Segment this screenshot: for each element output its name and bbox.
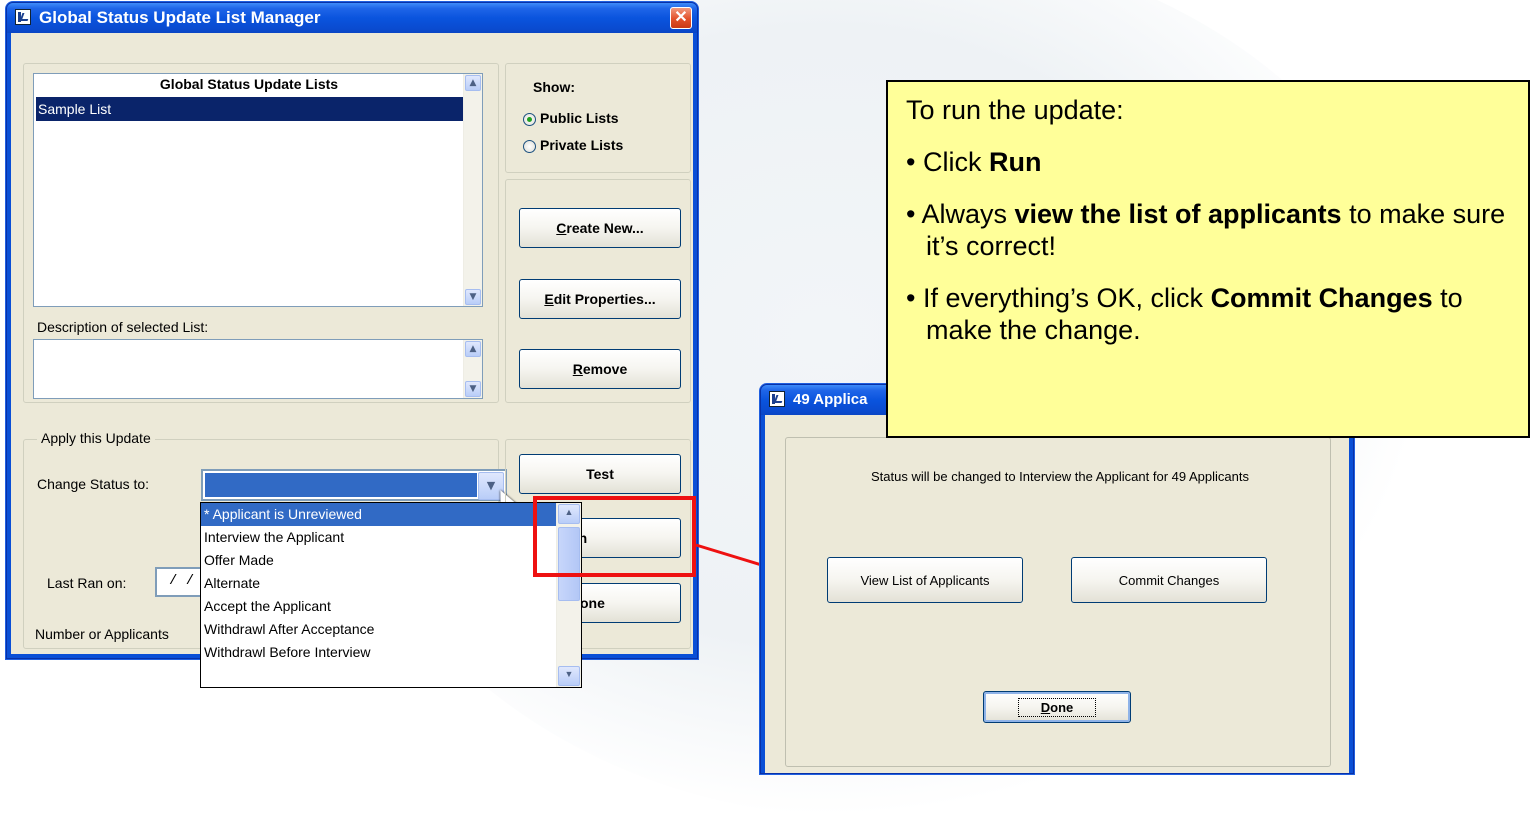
status-option[interactable]: Offer Made [201,549,581,572]
callout-b1-pre: • Click [906,147,989,177]
callout-b3-bold: Commit Changes [1210,283,1433,313]
create-new-mnemonic: C [556,220,567,236]
callout-bullet-3: • If everything’s OK, click Commit Chang… [906,282,1510,346]
create-new-button[interactable]: Create New... [519,208,681,248]
status-dropdown-list[interactable]: * Applicant is Unreviewed Interview the … [200,502,582,688]
confirm-done-mnemonic: D [1040,699,1051,715]
confirm-done-button[interactable]: Done [983,691,1131,723]
confirm-title: 49 Applica [793,391,868,408]
scroll-down-icon[interactable]: ▼ [465,381,481,397]
confirm-done-label: one [1050,699,1074,715]
description-scrollbar[interactable]: ▲ ▼ [463,340,482,398]
confirm-window: 49 Applica Status will be changed to Int… [760,384,1354,774]
status-option[interactable]: Withdrawl Before Interview [201,641,581,664]
edit-properties-mnemonic: E [544,291,554,307]
number-label: Number or Applicants [35,626,169,642]
edit-properties-button[interactable]: Edit Properties... [519,279,681,319]
close-icon[interactable]: ✕ [670,7,692,29]
public-lists-label[interactable]: Public Lists [540,110,619,126]
instruction-callout: To run the update: • Click Run • Always … [886,80,1530,438]
callout-b2-pre: • Always [906,199,1015,229]
window-title: Global Status Update List Manager [39,8,321,27]
status-option[interactable]: Alternate [201,572,581,595]
lists-listbox[interactable]: Global Status Update Lists Sample List ▲… [33,73,483,307]
view-list-button[interactable]: View List of Applicants [827,557,1023,603]
app-icon [15,9,31,25]
private-lists-radio[interactable] [523,140,536,153]
status-option[interactable]: * Applicant is Unreviewed [201,503,581,526]
callout-b1-bold: Run [988,147,1042,177]
apply-group-label: Apply this Update [37,430,155,446]
description-field[interactable]: ▲ ▼ [33,339,483,399]
lists-header: Global Status Update Lists [159,76,339,92]
remove-mnemonic: R [572,361,583,377]
remove-label: emove [582,361,628,377]
last-ran-label: Last Ran on: [47,575,127,591]
scroll-down-icon[interactable]: ▼ [465,289,481,305]
status-option[interactable]: Withdrawl After Acceptance [201,618,581,641]
callout-bullet-2: • Always view the list of applicants to … [906,198,1510,262]
remove-button[interactable]: Remove [519,349,681,389]
callout-b3-pre: • If everything’s OK, click [906,283,1211,313]
list-manager-titlebar[interactable]: Global Status Update List Manager ✕ [7,3,697,33]
status-option[interactable]: Interview the Applicant [201,526,581,549]
lists-scrollbar[interactable]: ▲ ▼ [463,74,482,306]
private-lists-label[interactable]: Private Lists [540,137,623,153]
scroll-down-icon[interactable]: ▼ [558,666,580,686]
last-ran-field[interactable]: / / [155,567,205,597]
status-option[interactable]: Accept the Applicant [201,595,581,618]
commit-changes-button[interactable]: Commit Changes [1071,557,1267,603]
test-button[interactable]: Test [519,454,681,494]
edit-properties-label: dit Properties... [553,291,656,307]
create-new-label: reate New... [566,220,644,236]
confirm-done-focus: Done [1017,697,1097,717]
confirm-message: Status will be changed to Interview the … [871,469,1249,484]
callout-b2-bold: view the list of applicants [1014,199,1342,229]
run-highlight-box [533,496,696,577]
scroll-up-icon[interactable]: ▲ [465,341,481,357]
change-status-value [205,473,477,497]
description-label: Description of selected List: [37,319,209,335]
show-label: Show: [533,79,575,95]
change-status-select[interactable]: ▼ [201,469,507,501]
callout-heading: To run the update: [906,95,1124,125]
last-ran-value: / / [169,573,195,589]
callout-bullet-1: • Click Run [906,146,1510,178]
app-icon [769,391,785,407]
list-item[interactable]: Sample List [36,97,464,121]
scroll-up-icon[interactable]: ▲ [465,75,481,91]
change-status-label: Change Status to: [37,476,150,492]
confirm-client: Status will be changed to Interview the … [765,415,1349,773]
public-lists-radio[interactable] [523,113,536,126]
